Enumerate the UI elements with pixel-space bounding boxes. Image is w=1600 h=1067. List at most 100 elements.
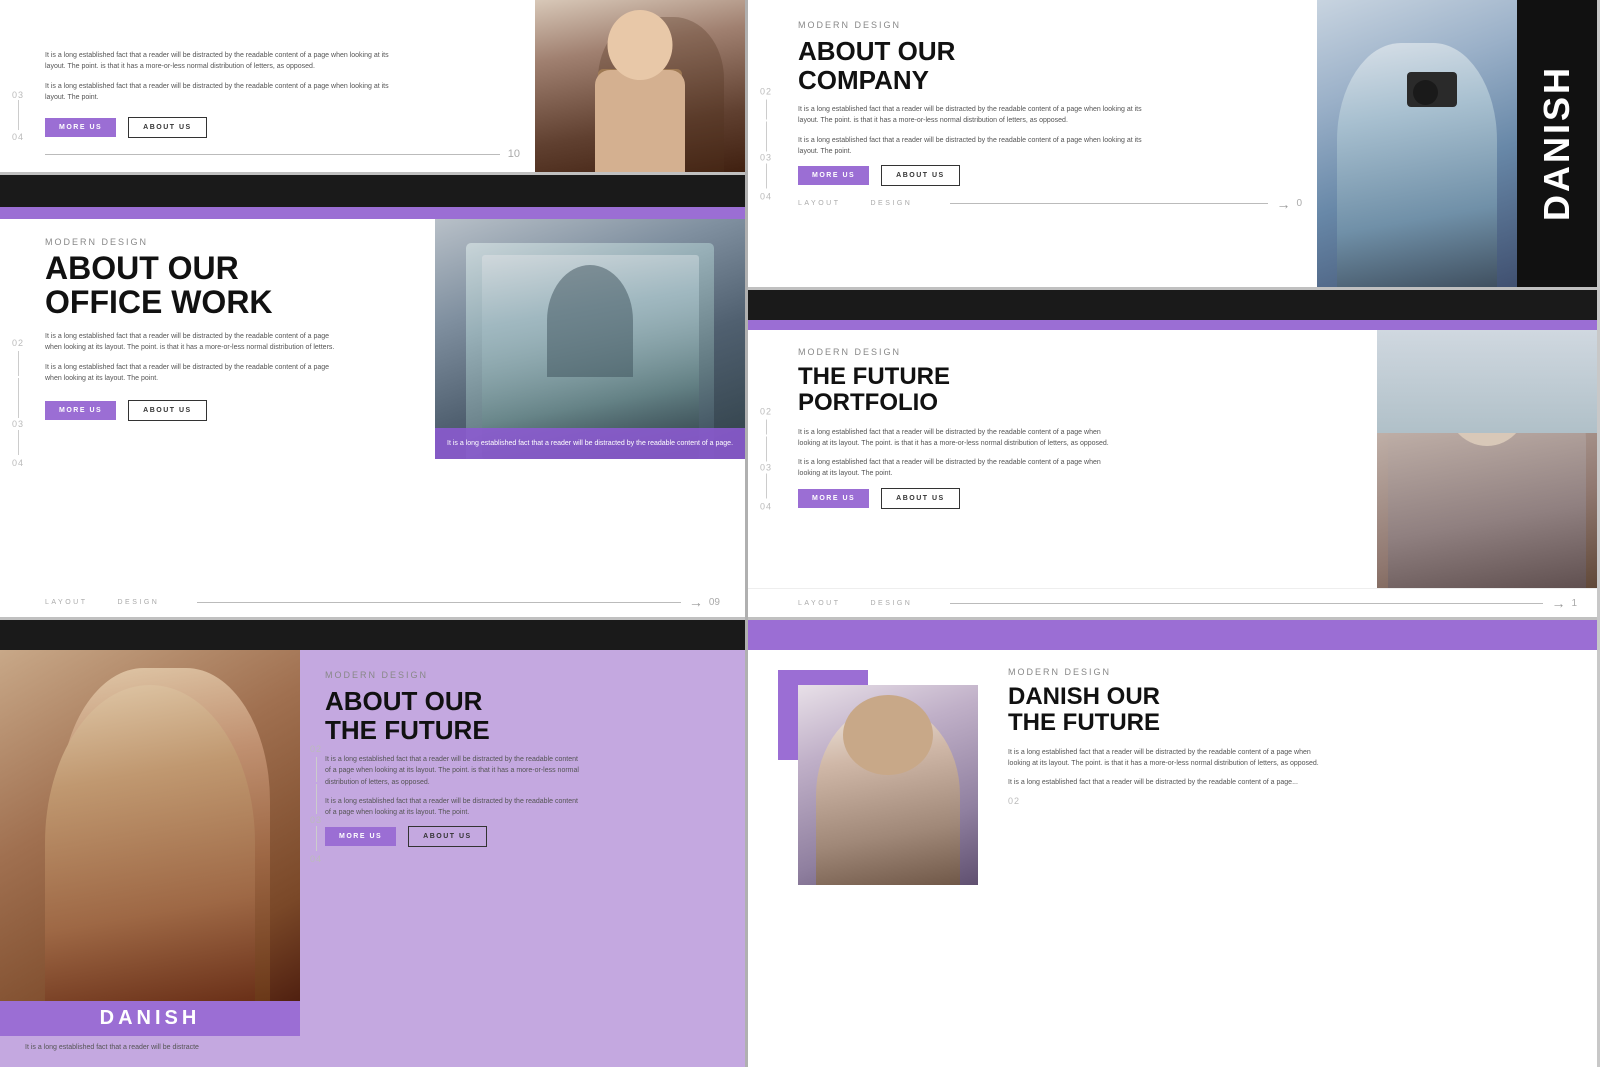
purple-body: DANISH 02 03 04 MODERN DESIGN ABOUT OUR xyxy=(0,650,745,1036)
portfolio-title: THE FUTURE PORTFOLIO xyxy=(798,364,1362,417)
portfolio-about-us-button[interactable]: ABOUT US xyxy=(881,488,960,509)
portfolio-body-1: It is a long established fact that a rea… xyxy=(798,427,1118,449)
danish-num-04: 04 xyxy=(760,191,772,201)
danish-footer-line xyxy=(950,203,1268,204)
danish-company-slide: 02 03 04 MODERN DESIGN ABOUT OUR COMPANY… xyxy=(748,0,1597,290)
num-04: 04 xyxy=(12,132,24,142)
purple-right: 02 03 04 MODERN DESIGN ABOUT OUR THE FUT… xyxy=(300,650,745,1036)
portfolio-footer-layout: LAYOUT xyxy=(798,600,841,607)
danish-future-num-02: 02 xyxy=(1008,796,1020,806)
portfolio-person xyxy=(1377,330,1597,588)
purple-buttons: MORE US ABOUT US xyxy=(325,826,725,847)
featured-footer-layout: LAYOUT xyxy=(45,599,88,606)
right-column: 02 03 04 MODERN DESIGN ABOUT OUR COMPANY… xyxy=(748,0,1597,1067)
featured-slide: 02 03 04 MODERN DESIGN ABOUT OUR OFFICE … xyxy=(0,175,745,620)
danish-photo xyxy=(1317,0,1517,287)
page-wrapper: 03 04 It is a long established fact that… xyxy=(0,0,1600,1067)
portfolio-left: 02 03 04 MODERN DESIGN THE FUTURE PORTFO… xyxy=(748,330,1377,588)
purple-about-us-button[interactable]: ABOUT US xyxy=(408,826,487,847)
purple-danish-label: DANISH xyxy=(0,1001,300,1036)
featured-caption: It is a long established fact that a rea… xyxy=(435,428,745,459)
danish-num-03: 03 xyxy=(760,152,772,162)
purple-body-2: It is a long established fact that a rea… xyxy=(325,796,585,818)
danish-future-photo-col xyxy=(748,650,988,1067)
danish-footer-arrow: → xyxy=(1276,196,1290,212)
danish-future-body: MODERN DESIGN DANISH OUR THE FUTURE It i… xyxy=(748,650,1597,1067)
partial-progress-num: 10 xyxy=(508,148,520,160)
danish-company-body-1: It is a long established fact that a rea… xyxy=(798,104,1158,126)
featured-num-02: 02 xyxy=(12,338,24,348)
portfolio-photo xyxy=(1377,330,1597,588)
danish-company-title: ABOUT OUR COMPANY xyxy=(798,37,1302,94)
danish-more-us-button[interactable]: MORE US xyxy=(798,166,869,185)
portfolio-footer-num: 1 xyxy=(1571,598,1577,609)
featured-footer-num: 09 xyxy=(709,597,720,608)
danish-footer-layout: LAYOUT xyxy=(798,200,841,207)
portfolio-num-04: 04 xyxy=(760,502,772,512)
danish-future-purple-bar xyxy=(748,620,1597,650)
portfolio-body-2: It is a long established fact that a rea… xyxy=(798,457,1118,479)
danish-photo-area: DANISH xyxy=(1317,0,1597,287)
danish-company-label: MODERN DESIGN xyxy=(798,20,901,30)
danish-nums: 02 03 04 xyxy=(760,86,772,201)
danish-future-body-1: It is a long established fact that a rea… xyxy=(1008,747,1328,769)
partial-buttons: MORE US ABOUT US xyxy=(45,117,520,138)
featured-nums: 02 03 04 xyxy=(12,338,24,468)
purple-more-us-button[interactable]: MORE US xyxy=(325,827,396,846)
partial-photo xyxy=(535,0,745,172)
portfolio-num-03: 03 xyxy=(760,463,772,473)
danish-future-label: MODERN DESIGN xyxy=(1008,667,1111,677)
partial-about-us-button[interactable]: ABOUT US xyxy=(128,117,207,138)
partial-slide-top: 03 04 It is a long established fact that… xyxy=(0,0,745,175)
featured-purple-bar xyxy=(0,207,745,219)
featured-about-us-button[interactable]: ABOUT US xyxy=(128,400,207,421)
num-03: 03 xyxy=(12,90,24,100)
danish-company-body-2: It is a long established fact that a rea… xyxy=(798,135,1158,157)
danish-footer: LAYOUT DESIGN → 0 xyxy=(798,196,1302,212)
featured-footer-line xyxy=(197,602,681,603)
portfolio-label: MODERN DESIGN xyxy=(798,347,901,357)
left-column: 03 04 It is a long established fact that… xyxy=(0,0,748,1067)
portfolio-buttons: MORE US ABOUT US xyxy=(798,488,1362,509)
featured-num-04: 04 xyxy=(12,458,24,468)
partial-body-text-1: It is a long established fact that a rea… xyxy=(45,50,405,72)
portfolio-footer-arrow: → xyxy=(1551,595,1565,611)
purple-slide: DANISH 02 03 04 MODERN DESIGN ABOUT OUR xyxy=(0,620,745,1067)
portfolio-nums: 02 03 04 xyxy=(760,407,772,512)
purple-photo-col: DANISH xyxy=(0,650,300,1036)
featured-num-03: 03 xyxy=(12,419,24,429)
portfolio-more-us-button[interactable]: MORE US xyxy=(798,489,869,508)
partial-progress: 10 xyxy=(45,148,520,160)
danish-future-body-2: It is a long established fact that a rea… xyxy=(1008,777,1328,788)
purple-black-bar xyxy=(0,620,745,650)
danish-num-02: 02 xyxy=(760,86,772,96)
danish-about-us-button[interactable]: ABOUT US xyxy=(881,165,960,186)
featured-more-us-button[interactable]: MORE US xyxy=(45,401,116,420)
featured-right: It is a long established fact that a rea… xyxy=(435,219,745,587)
purple-num-04: 04 xyxy=(310,854,322,864)
portfolio-black-bar xyxy=(748,290,1597,320)
danish-future-num: 02 xyxy=(1008,796,1582,806)
featured-footer-arrow: → xyxy=(689,594,703,610)
portfolio-footer: LAYOUT DESIGN → 1 xyxy=(748,588,1597,617)
featured-body-2: It is a long established fact that a rea… xyxy=(45,362,345,384)
danish-future-photo xyxy=(798,685,978,885)
danish-future-slide: MODERN DESIGN DANISH OUR THE FUTURE It i… xyxy=(748,620,1597,1067)
purple-title: ABOUT OUR THE FUTURE xyxy=(325,687,725,744)
portfolio-purple-bar xyxy=(748,320,1597,330)
portfolio-footer-line xyxy=(950,603,1543,604)
danish-future-title: DANISH OUR THE FUTURE xyxy=(1008,684,1582,737)
featured-black-bar xyxy=(0,175,745,207)
portfolio-slide: 02 03 04 MODERN DESIGN THE FUTURE PORTFO… xyxy=(748,290,1597,620)
danish-company-buttons: MORE US ABOUT US xyxy=(798,165,1302,186)
purple-num-02: 02 xyxy=(310,744,322,754)
purple-label: MODERN DESIGN xyxy=(325,670,428,680)
partial-body-text-2: It is a long established fact that a rea… xyxy=(45,81,405,103)
featured-photo-bg xyxy=(435,219,745,459)
featured-footer-design: DESIGN xyxy=(118,599,160,606)
purple-footer-text: It is a long established fact that a rea… xyxy=(0,1036,745,1067)
purple-photo xyxy=(0,650,300,1001)
partial-more-us-button[interactable]: MORE US xyxy=(45,118,116,137)
featured-body-1: It is a long established fact that a rea… xyxy=(45,331,345,353)
featured-title: ABOUT OUR OFFICE WORK xyxy=(45,252,420,319)
